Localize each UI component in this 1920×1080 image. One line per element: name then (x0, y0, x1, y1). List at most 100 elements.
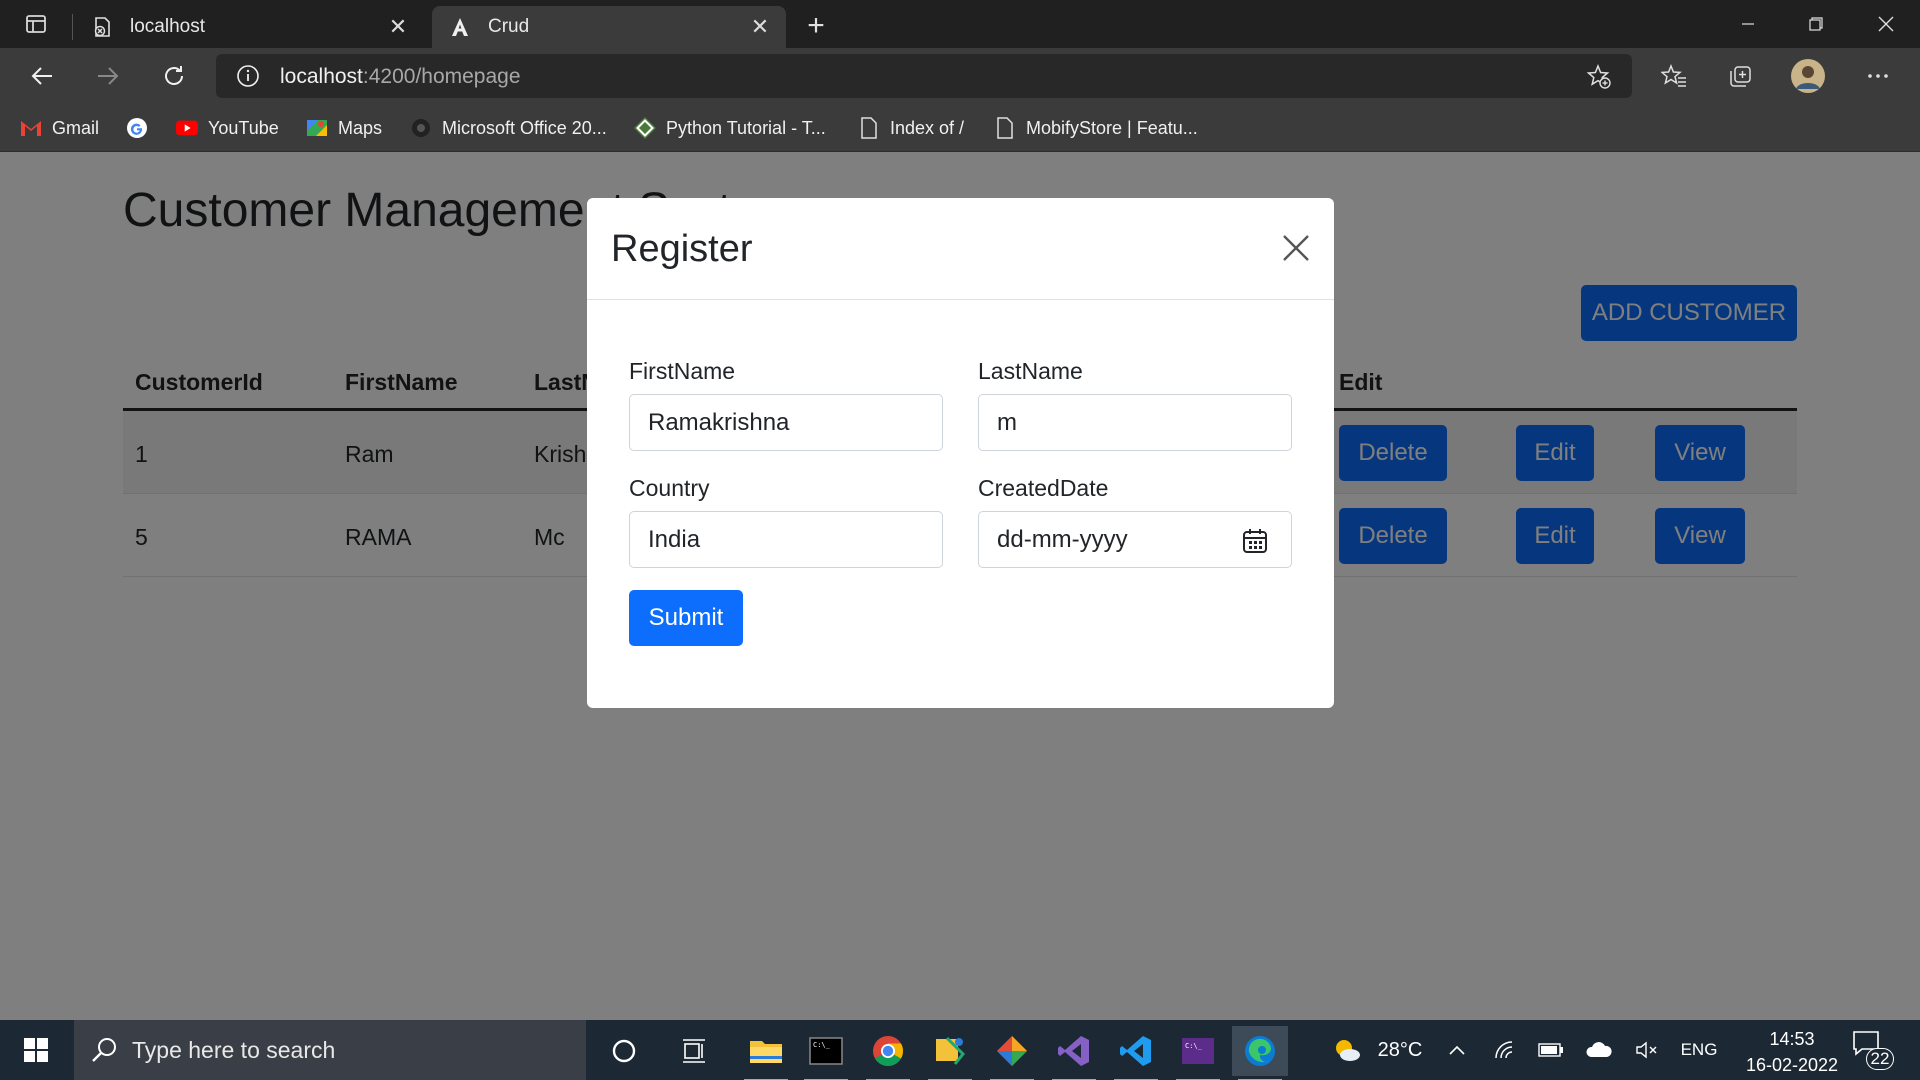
lastname-label: LastName (978, 358, 1083, 384)
show-hidden-icons[interactable] (1440, 1020, 1474, 1080)
svg-text:C:\_: C:\_ (1185, 1042, 1203, 1050)
bookmark-youtube[interactable]: YouTube (176, 114, 279, 142)
bookmark-maps[interactable]: Maps (306, 114, 382, 142)
volume-muted-icon[interactable] (1630, 1020, 1664, 1080)
address-bar[interactable]: localhost:4200/homepage (216, 54, 1632, 98)
modal-header: Register (587, 198, 1334, 300)
refresh-icon[interactable] (154, 56, 194, 96)
system-clock[interactable]: 14:53 16-02-2022 (1736, 1026, 1848, 1078)
add-favorite-icon[interactable] (1586, 63, 1612, 95)
more-menu-icon[interactable] (1858, 56, 1898, 96)
python-site-icon (634, 117, 656, 139)
close-icon[interactable] (1280, 232, 1312, 264)
visual-studio-icon[interactable] (1046, 1026, 1102, 1080)
office-icon (410, 117, 432, 139)
country-input[interactable]: India (629, 511, 943, 568)
onedrive-icon[interactable] (1582, 1020, 1616, 1080)
language-indicator[interactable]: ENG (1676, 1020, 1722, 1080)
back-icon[interactable] (22, 56, 62, 96)
bookmark-label: Maps (338, 117, 383, 138)
forward-icon[interactable] (88, 56, 128, 96)
close-tab-icon[interactable]: ✕ (748, 14, 772, 39)
site-info-icon[interactable] (236, 64, 260, 93)
weather-icon[interactable] (1324, 1020, 1370, 1080)
svg-text:C:\_: C:\_ (813, 1041, 831, 1049)
page-blocked-icon (90, 15, 114, 39)
console-app-icon[interactable]: C:\_ (1170, 1026, 1226, 1080)
page-content: Customer Management System ADD CUSTOMER … (0, 153, 1920, 1020)
youtube-icon (176, 117, 198, 139)
bookmark-mobifystore[interactable]: MobifyStore | Featu... (994, 114, 1198, 142)
snipping-tool-icon[interactable] (922, 1026, 978, 1080)
bookmark-google[interactable] (126, 114, 158, 142)
bookmark-label: MobifyStore | Featu... (1026, 117, 1198, 138)
battery-icon[interactable] (1534, 1020, 1568, 1080)
firstname-label: FirstName (629, 358, 736, 384)
modal-title: Register (611, 228, 753, 270)
url-host: localhost (280, 65, 363, 88)
tab-actions-icon[interactable] (14, 6, 58, 42)
url-path: :4200/homepage (362, 65, 521, 88)
browser-toolbar: localhost:4200/homepage (0, 48, 1920, 104)
cortana-icon[interactable] (596, 1026, 652, 1076)
submit-button[interactable]: Submit (629, 590, 743, 646)
windows-start-icon[interactable] (0, 1020, 72, 1080)
vscode-icon[interactable] (1108, 1026, 1164, 1080)
calendar-icon[interactable] (1241, 527, 1269, 555)
collections-icon[interactable] (1720, 56, 1760, 96)
file-explorer-icon[interactable] (738, 1026, 794, 1080)
chrome-icon[interactable] (860, 1026, 916, 1080)
task-view-icon[interactable] (666, 1026, 722, 1076)
country-label: Country (629, 475, 710, 501)
notification-count: 22 (1866, 1048, 1894, 1070)
temperature-readout[interactable]: 28°C (1370, 1020, 1430, 1080)
git-tool-icon[interactable] (984, 1026, 1040, 1080)
page-icon (994, 117, 1016, 139)
tab-title: Crud (488, 16, 530, 37)
register-modal: Register FirstName Ramakrishna LastName … (587, 198, 1334, 708)
clock-time: 14:53 (1769, 1029, 1815, 1049)
edge-icon[interactable] (1232, 1026, 1288, 1080)
angular-icon (448, 15, 472, 39)
restore-icon[interactable] (1782, 0, 1850, 48)
createddate-label: CreatedDate (978, 475, 1109, 501)
search-placeholder: Type here to search (132, 1036, 336, 1063)
tab-crud[interactable]: Crud ✕ (432, 6, 786, 48)
new-tab-button[interactable]: + (796, 8, 836, 44)
windows-taskbar: Type here to search C:\_ C:\_ 28°C ENG 1… (0, 1020, 1920, 1080)
bookmark-office[interactable]: Microsoft Office 20... (410, 114, 607, 142)
bookmark-label: Python Tutorial - T... (666, 117, 826, 138)
clock-date: 16-02-2022 (1745, 1055, 1839, 1075)
page-icon (858, 117, 880, 139)
close-tab-icon[interactable]: ✕ (386, 14, 410, 39)
close-window-icon[interactable] (1852, 0, 1920, 48)
terminal-icon[interactable]: C:\_ (798, 1026, 854, 1080)
gmail-icon (20, 117, 42, 139)
google-icon (126, 117, 148, 139)
bookmark-index[interactable]: Index of / (858, 114, 964, 142)
tab-localhost[interactable]: localhost ✕ (74, 6, 424, 48)
url-text: localhost:4200/homepage (280, 65, 521, 89)
profile-avatar[interactable] (1788, 56, 1828, 96)
search-icon (90, 1036, 118, 1069)
lastname-input[interactable]: m (978, 394, 1292, 451)
minimize-icon[interactable] (1714, 0, 1782, 48)
bookmark-label: Index of / (890, 117, 965, 138)
firstname-input[interactable]: Ramakrishna (629, 394, 943, 451)
maps-icon (306, 117, 328, 139)
taskbar-search-box[interactable]: Type here to search (74, 1020, 586, 1080)
favorites-icon[interactable] (1654, 56, 1694, 96)
bookmarks-bar: Gmail YouTube Maps Microsoft Office 20..… (0, 104, 1920, 152)
tab-separator (72, 14, 73, 40)
tab-title: localhost (130, 16, 205, 37)
bookmark-label: YouTube (208, 117, 279, 138)
bookmark-label: Microsoft Office 20... (442, 117, 607, 138)
notification-center-icon[interactable]: 22 (1852, 1030, 1896, 1074)
createddate-input[interactable]: dd-mm-yyyy (978, 511, 1292, 568)
bookmark-python-tutorial[interactable]: Python Tutorial - T... (634, 114, 826, 142)
date-placeholder: dd-mm-yyyy (997, 525, 1128, 553)
wifi-icon[interactable] (1488, 1020, 1522, 1080)
bookmark-gmail[interactable]: Gmail (20, 114, 99, 142)
bookmark-label: Gmail (52, 117, 100, 138)
browser-tab-bar: localhost ✕ Crud ✕ + (0, 0, 1920, 48)
